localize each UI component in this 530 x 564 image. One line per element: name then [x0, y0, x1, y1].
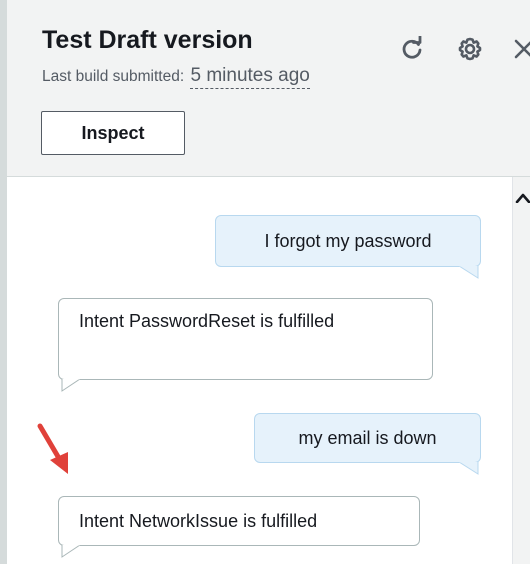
bot-bubble-tail — [61, 545, 81, 558]
bot-message: Intent NetworkIssue is fulfilled — [58, 496, 420, 546]
test-panel-header: Test Draft version Last build submitted:… — [7, 0, 530, 177]
close-icon[interactable] — [511, 36, 530, 62]
message-text: I forgot my password — [264, 230, 432, 251]
user-bubble-tail — [458, 266, 479, 279]
build-status-label: Last build submitted: — [42, 68, 185, 85]
panel-title: Test Draft version — [42, 26, 253, 54]
scroll-up-icon[interactable] — [515, 190, 530, 204]
user-message: my email is down — [254, 413, 481, 463]
refresh-icon[interactable] — [399, 35, 425, 62]
message-text: Intent NetworkIssue is fulfilled — [79, 510, 318, 531]
build-status: Last build submitted: 5 minutes ago — [42, 65, 310, 89]
user-message: I forgot my password — [215, 215, 481, 267]
inspect-button[interactable]: Inspect — [41, 111, 185, 155]
bot-bubble-tail — [61, 379, 81, 392]
build-time[interactable]: 5 minutes ago — [190, 65, 310, 89]
message-text: my email is down — [298, 427, 437, 448]
chat-scrollbar[interactable] — [512, 177, 530, 564]
panel-left-border — [0, 0, 7, 564]
bot-message: Intent PasswordReset is fulfilled — [58, 298, 433, 380]
user-bubble-tail — [458, 462, 479, 475]
annotation-arrow-icon — [37, 423, 68, 474]
message-text: Intent PasswordReset is fulfilled — [79, 311, 335, 331]
settings-icon[interactable] — [457, 36, 483, 62]
